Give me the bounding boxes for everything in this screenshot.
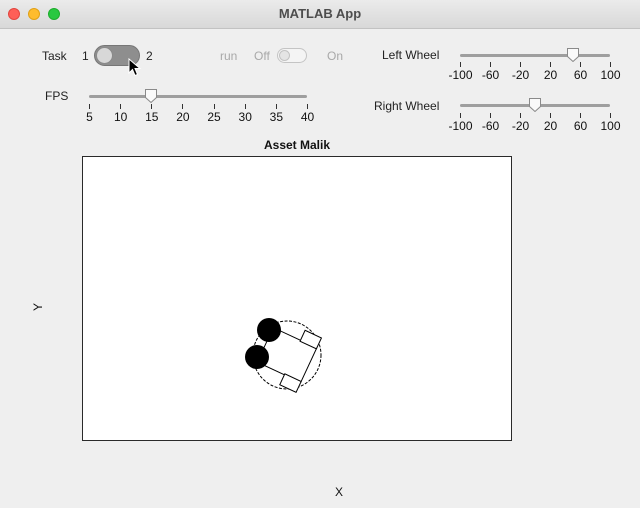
fps-tick-label: 20 — [176, 110, 190, 124]
right-wheel-slider[interactable] — [460, 98, 610, 112]
fps-tick-label: 40 — [300, 110, 315, 124]
fps-tick — [213, 104, 215, 109]
left-wheel-tick-label: 20 — [543, 68, 558, 82]
x-axis-label: X — [335, 485, 344, 499]
fps-tick — [151, 104, 153, 109]
left-wheel-tick — [520, 62, 521, 67]
run-switch-knob[interactable] — [279, 50, 290, 61]
robot-caster-bottom — [245, 345, 269, 369]
left-wheel-slider-track[interactable] — [460, 54, 610, 57]
task-option-2-label: 2 — [146, 49, 153, 63]
right-wheel-tick — [580, 113, 581, 118]
app-window: MATLAB App Task 1 2 run Off On FPS 5 10 15… — [0, 0, 640, 508]
fps-tick-label: 5 — [86, 110, 93, 124]
left-wheel-tick-label: 60 — [573, 68, 588, 82]
right-wheel-tick — [460, 113, 461, 118]
task-label: Task — [42, 49, 67, 63]
title-bar[interactable]: MATLAB App — [0, 0, 640, 29]
fps-tick — [307, 104, 308, 109]
left-wheel-tick — [610, 62, 611, 67]
right-wheel-tick-label: -20 — [511, 119, 530, 133]
robot-icon — [245, 318, 323, 393]
fps-tick — [275, 104, 277, 109]
left-wheel-tick — [460, 62, 461, 67]
right-wheel-tick — [550, 113, 551, 118]
run-off-label: Off — [254, 49, 270, 63]
right-wheel-tick-label: -60 — [481, 119, 500, 133]
window-title: MATLAB App — [278, 6, 362, 21]
left-wheel-tick-label: -100 — [448, 68, 473, 82]
fps-tick-label: 15 — [145, 110, 159, 124]
fps-tick-label: 10 — [113, 110, 128, 124]
fps-tick-label: 30 — [238, 110, 252, 124]
left-wheel-tick-label: -60 — [481, 68, 500, 82]
left-wheel-tick-label: -20 — [511, 68, 530, 82]
task-option-1-label: 1 — [82, 49, 89, 63]
right-wheel-tick-label: -100 — [448, 119, 473, 133]
left-wheel-slider-thumb[interactable] — [566, 48, 579, 62]
fps-slider-track[interactable] — [89, 95, 307, 98]
run-on-label: On — [327, 49, 344, 63]
right-wheel-tick-label: 60 — [573, 119, 588, 133]
left-wheel-tick — [490, 62, 491, 67]
axes-title: Asset Malik — [263, 138, 331, 152]
right-wheel-tick-label: 100 — [600, 119, 621, 133]
run-switch[interactable] — [277, 48, 307, 63]
right-wheel-slider-thumb[interactable] — [529, 98, 541, 112]
fps-tick — [120, 104, 122, 109]
right-wheel-tick-label: 20 — [543, 119, 558, 133]
run-label: run — [220, 49, 238, 63]
fps-label: FPS — [45, 89, 69, 103]
left-wheel-tick-label: 100 — [600, 68, 621, 82]
mouse-cursor-icon — [128, 58, 142, 77]
robot-caster-top — [257, 318, 281, 342]
left-wheel-tick — [580, 62, 581, 67]
fps-tick — [182, 104, 184, 109]
right-wheel-label: Right Wheel — [374, 99, 440, 113]
fps-tick-label: 25 — [207, 110, 221, 124]
left-wheel-slider[interactable] — [460, 48, 610, 62]
left-wheel-label: Left Wheel — [382, 48, 440, 62]
fps-tick — [89, 104, 90, 109]
right-wheel-tick — [490, 113, 491, 118]
y-axis-label: Y — [31, 302, 46, 312]
fps-tick-label: 35 — [269, 110, 284, 124]
fps-slider[interactable] — [89, 89, 307, 103]
robot-plot — [245, 318, 323, 393]
right-wheel-tick — [520, 113, 521, 118]
fps-tick — [244, 104, 246, 109]
fps-slider-thumb[interactable] — [145, 89, 158, 103]
task-switch-knob[interactable] — [96, 47, 113, 64]
plot-axes[interactable] — [82, 156, 512, 441]
left-wheel-tick — [550, 62, 551, 67]
right-wheel-tick — [610, 113, 611, 118]
